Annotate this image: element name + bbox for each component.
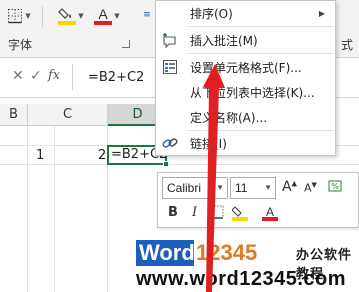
fill-color-button[interactable]: ▼ (56, 4, 86, 28)
cell-b2[interactable]: 1 (36, 148, 44, 163)
menu-divider (186, 53, 334, 54)
confirm-icon[interactable]: ✓ (30, 68, 42, 84)
insert-function-icon[interactable]: fx (48, 68, 60, 83)
font-name-value: Calibri (167, 181, 202, 195)
menu-item-label: 插入批注(M) (190, 33, 258, 48)
font-size-select[interactable]: 11 ▼ (230, 177, 276, 199)
submenu-arrow-icon: ▶ (318, 8, 325, 18)
borders-icon (210, 205, 224, 219)
bold-button[interactable]: B (168, 205, 178, 220)
chevron-down-icon: ▼ (114, 12, 120, 20)
fill-color-button-mini[interactable] (231, 205, 248, 225)
svg-text:%: % (331, 182, 339, 191)
menu-item-label: 从下拉列表中选择(K)... (190, 85, 315, 100)
cancel-icon[interactable]: ✕ (12, 68, 24, 84)
watermark-brand: Word (136, 240, 195, 266)
font-group-label: 字体 (8, 38, 33, 52)
italic-button[interactable]: I (192, 205, 197, 220)
watermark-url: www.word12345.com (136, 268, 347, 290)
chevron-down-icon: ▼ (216, 183, 224, 192)
menu-divider (186, 26, 334, 27)
menu-item-pick-from-list[interactable]: 从下拉列表中选择(K)... (156, 80, 335, 104)
menu-item-label: 设置单元格格式(F)... (190, 60, 302, 75)
chevron-down-icon: ▼ (264, 183, 272, 192)
shrink-font-button[interactable]: A▼ (304, 181, 317, 195)
menu-item-format-cells[interactable]: 设置单元格格式(F)... (156, 55, 335, 79)
font-name-select[interactable]: Calibri ▼ (162, 177, 228, 199)
number-format-button[interactable]: % (328, 179, 342, 197)
font-color-icon: A (94, 6, 113, 25)
grow-font-button[interactable]: A▲ (282, 179, 297, 195)
formula-bar-divider (72, 64, 73, 90)
column-header-c[interactable]: C (28, 104, 108, 126)
menu-item-label: 链接(I) (190, 136, 227, 151)
grow-font-icon: A (282, 179, 292, 195)
watermark-logo: Word 12345 办公软件教程 www.word12345.com (136, 240, 359, 292)
font-dialog-launcher-icon[interactable] (122, 40, 130, 48)
menu-item-link[interactable]: 链接(I) (156, 131, 335, 155)
number-format-icon: % (328, 180, 342, 192)
format-cells-icon (162, 59, 178, 75)
svg-text:A: A (266, 205, 274, 219)
column-header-b[interactable]: B (0, 104, 28, 126)
menu-item-insert-comment[interactable]: 插入批注(M) (156, 28, 335, 52)
menu-item-define-name[interactable]: 定义名称(A)... (156, 105, 335, 129)
fill-color-icon (58, 8, 77, 25)
shrink-font-icon: A (304, 181, 312, 195)
styles-group-label: 式 (341, 38, 354, 52)
insert-comment-icon (162, 32, 178, 48)
ribbon-divider (42, 6, 43, 28)
font-color-button[interactable]: A ▼ (92, 4, 122, 28)
fill-handle[interactable] (163, 161, 169, 167)
link-icon (162, 135, 178, 151)
mini-toolbar: Calibri ▼ 11 ▼ A▲ A▼ % B I A (157, 172, 359, 228)
cell-c2[interactable]: 2 (98, 148, 106, 163)
font-color-button-mini[interactable]: A (262, 205, 278, 225)
borders-button-mini[interactable] (210, 205, 224, 223)
menu-item-label: 排序(O) (190, 6, 233, 21)
menu-item-sort[interactable]: 排序(O) ▶ (156, 1, 335, 25)
watermark-brand-number: 12345 (196, 240, 258, 265)
font-size-value: 11 (235, 181, 248, 195)
borders-button[interactable]: ▼ (4, 6, 34, 26)
context-menu: 排序(O) ▶ 插入批注(M) 设置单元格格式(F)... 从下拉列表中选择(K (155, 0, 336, 156)
font-color-icon: A (262, 205, 278, 221)
chevron-down-icon: ▼ (78, 12, 84, 20)
svg-text:A: A (99, 6, 109, 22)
formula-input[interactable]: =B2+C2 (88, 70, 144, 85)
ribbon-partial-icon: ≡ (143, 10, 151, 20)
fill-color-icon (231, 206, 248, 221)
chevron-down-icon: ▼ (25, 12, 31, 20)
borders-icon (8, 9, 23, 24)
menu-item-label: 定义名称(A)... (190, 110, 268, 125)
